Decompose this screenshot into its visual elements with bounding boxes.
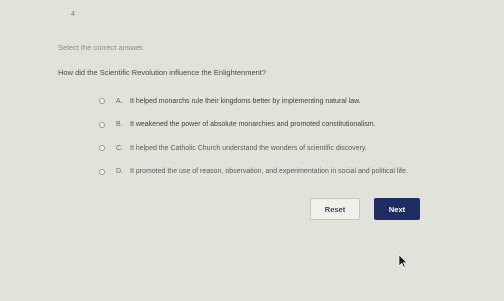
question-number: 4 [71, 11, 75, 18]
next-button[interactable]: Next [374, 198, 420, 220]
option-text: It helped the Catholic Church understand… [130, 144, 367, 152]
radio-button-b[interactable] [99, 121, 105, 128]
question-prompt: How did the Scientific Revolution influe… [58, 68, 267, 77]
option-text: It promoted the use of reason, observati… [130, 168, 408, 175]
option-a[interactable]: A. It helped monarchs rule their kingdom… [99, 96, 408, 106]
option-text: It weakened the power of absolute monarc… [130, 121, 376, 128]
option-text: It helped monarchs rule their kingdoms b… [130, 97, 361, 105]
radio-button-c[interactable] [99, 145, 105, 151]
reset-button[interactable]: Reset [310, 198, 360, 220]
instruction-text: Select the correct answer. [58, 43, 145, 52]
option-d[interactable]: D. It promoted the use of reason, observ… [99, 167, 408, 177]
answer-options: A. It helped monarchs rule their kingdom… [99, 96, 408, 190]
mouse-pointer-icon [398, 254, 408, 268]
option-letter: D. [116, 168, 123, 175]
radio-button-d[interactable] [99, 168, 105, 175]
option-letter: C. [116, 144, 123, 152]
option-b[interactable]: B. It weakened the power of absolute mon… [99, 120, 408, 130]
radio-button-a[interactable] [99, 98, 105, 104]
option-c[interactable]: C. It helped the Catholic Church underst… [99, 143, 408, 153]
option-letter: A. [116, 97, 123, 105]
option-letter: B. [116, 121, 123, 128]
